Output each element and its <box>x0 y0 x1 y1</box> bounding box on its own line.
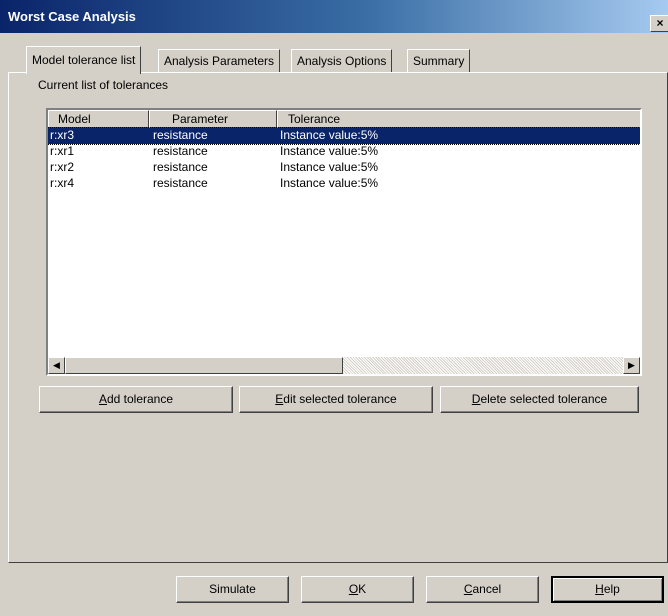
parameter-cell: resistance <box>153 144 208 158</box>
tolerance-cell: Instance value:5% <box>280 160 379 174</box>
horizontal-scrollbar[interactable]: ◀ ▶ <box>48 357 640 374</box>
model-cell: r:xr3 <box>50 128 74 142</box>
cancel-button[interactable]: Cancel <box>426 576 539 603</box>
list-item[interactable]: r:xr4 resistance Instance value:5% <box>48 176 640 192</box>
model-cell: r:xr1 <box>50 144 74 158</box>
button-label: elp <box>603 582 620 596</box>
button-label: dit selected tolerance <box>283 392 397 406</box>
tolerance-cell: Instance value:5% <box>280 176 379 190</box>
edit-selected-tolerance-button[interactable]: Edit selected tolerance <box>239 386 433 413</box>
accelerator-key: H <box>595 582 604 596</box>
close-button[interactable]: × <box>650 15 668 32</box>
button-label: K <box>358 582 367 596</box>
button-label: ancel <box>472 582 502 596</box>
add-tolerance-button[interactable]: Add tolerance <box>39 386 233 413</box>
worst-case-analysis-dialog: Worst Case Analysis × Model tolerance li… <box>0 0 668 616</box>
accelerator-key: O <box>348 582 359 596</box>
tolerance-cell: Instance value:5% <box>280 128 379 142</box>
column-header-tolerance[interactable]: Tolerance <box>277 110 640 128</box>
column-header-model[interactable]: Model <box>48 110 149 128</box>
parameter-cell: resistance <box>153 128 208 142</box>
tab-label: Analysis Parameters <box>164 54 275 68</box>
scroll-left-icon: ◀ <box>53 360 60 370</box>
button-label: Simulate <box>209 582 256 596</box>
parameter-cell: resistance <box>153 176 208 190</box>
tolerance-list-label: Current list of tolerances <box>38 78 169 92</box>
scroll-thumb[interactable] <box>65 357 343 374</box>
close-icon: × <box>656 16 664 30</box>
title-bar[interactable]: Worst Case Analysis × <box>0 0 668 33</box>
simulate-button[interactable]: Simulate <box>176 576 289 603</box>
list-header: Model Parameter Tolerance <box>48 110 640 128</box>
tab-analysis-options[interactable]: Analysis Options <box>291 49 393 73</box>
scroll-left-button[interactable]: ◀ <box>48 357 65 374</box>
parameter-cell: resistance <box>153 160 208 174</box>
button-label: elete selected tolerance <box>480 392 608 406</box>
list-item[interactable]: r:xr1 resistance Instance value:5% <box>48 144 640 160</box>
window-title: Worst Case Analysis <box>8 9 136 24</box>
delete-selected-tolerance-button[interactable]: Delete selected tolerance <box>440 386 639 413</box>
tab-label: Summary <box>413 54 465 68</box>
scroll-right-icon: ▶ <box>628 360 635 370</box>
tab-analysis-parameters[interactable]: Analysis Parameters <box>158 49 281 73</box>
tolerance-cell: Instance value:5% <box>280 144 379 158</box>
tab-summary[interactable]: Summary <box>407 49 471 73</box>
scroll-right-button[interactable]: ▶ <box>623 357 640 374</box>
tab-label: Analysis Options <box>297 54 387 68</box>
ok-button[interactable]: OK <box>301 576 414 603</box>
accelerator-key: A <box>98 392 107 406</box>
model-cell: r:xr2 <box>50 160 74 174</box>
model-cell: r:xr4 <box>50 176 74 190</box>
button-label: dd tolerance <box>106 392 174 406</box>
help-button[interactable]: Help <box>551 576 664 603</box>
list-item[interactable]: r:xr2 resistance Instance value:5% <box>48 160 640 176</box>
tab-label: Model tolerance list <box>32 53 136 67</box>
column-header-parameter[interactable]: Parameter <box>149 110 277 128</box>
tab-model-tolerance-list[interactable]: Model tolerance list <box>26 46 142 74</box>
list-item[interactable]: r:xr3 resistance Instance value:5% <box>48 127 640 145</box>
tolerance-list[interactable]: Model Parameter Tolerance r:xr3 resistan… <box>46 108 642 376</box>
